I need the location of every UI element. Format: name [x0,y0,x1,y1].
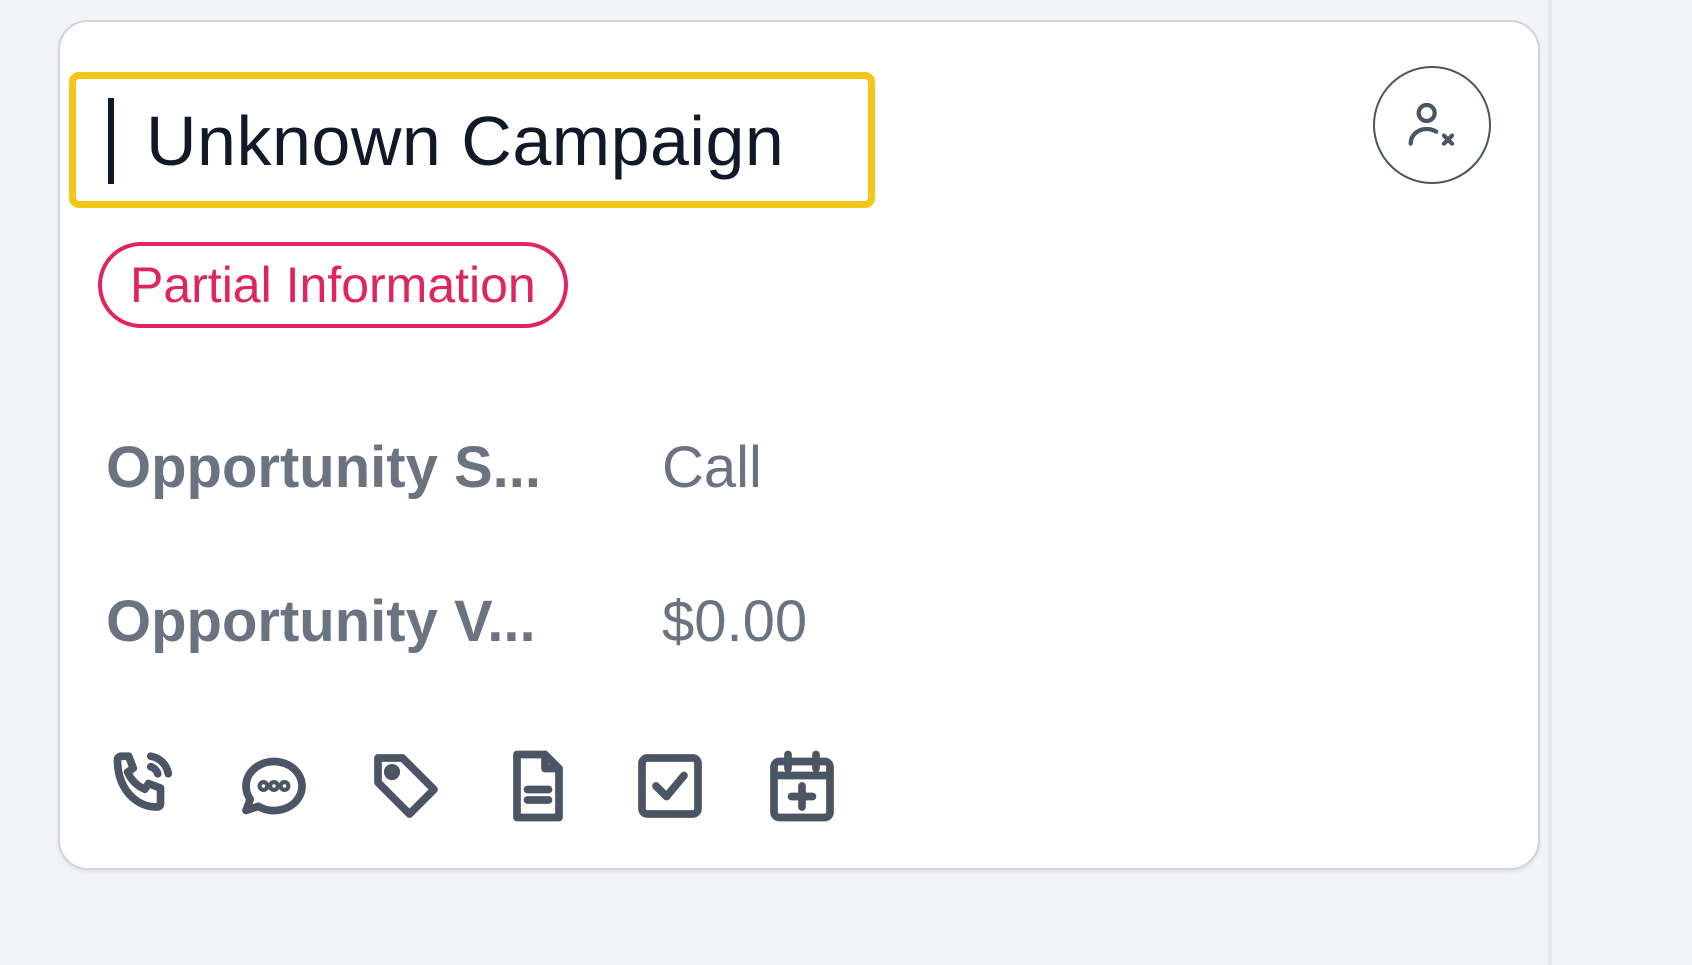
field-value: $0.00 [662,588,808,654]
card-action-bar [98,742,890,830]
card-title-field[interactable]: Unknown Campaign [108,96,784,186]
tag-icon [374,754,438,818]
note-button[interactable] [494,742,582,830]
appointment-button[interactable] [758,742,846,830]
text-caret [108,98,114,184]
phone-call-icon [113,752,173,811]
chat-bubble-icon [242,757,306,815]
tag-button[interactable] [362,742,450,830]
document-icon [513,750,563,822]
call-button[interactable] [98,742,186,830]
panel-divider [1548,0,1552,965]
calendar-add-icon [770,750,834,822]
field-row-opportunity-source: Opportunity S... Call [106,432,762,502]
field-row-opportunity-value: Opportunity V... $0.00 [106,586,807,656]
field-label: Opportunity S... [106,434,541,500]
message-button[interactable] [230,742,318,830]
status-badge: Partial Information [98,242,568,328]
field-label: Opportunity V... [106,588,536,654]
task-button[interactable] [626,742,714,830]
user-remove-icon [1408,102,1455,146]
card-title[interactable]: Unknown Campaign [146,106,784,176]
unassign-user-button[interactable] [1373,66,1491,184]
checkbox-icon [638,754,702,818]
field-value: Call [662,434,762,500]
